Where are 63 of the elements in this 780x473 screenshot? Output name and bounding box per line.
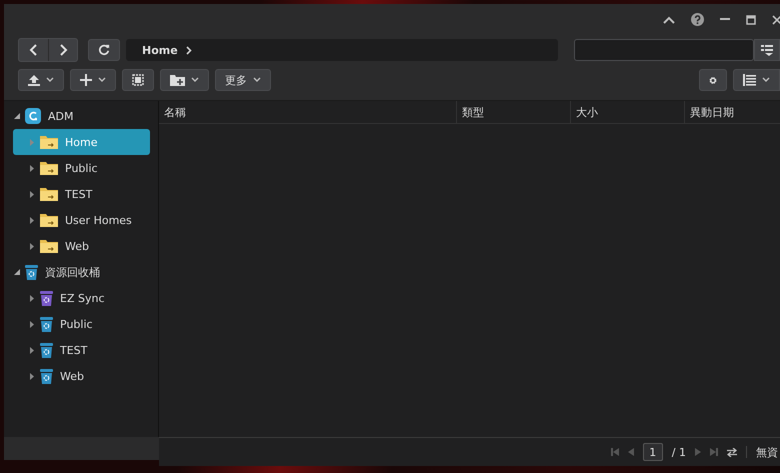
- help-icon[interactable]: [691, 13, 704, 26]
- collapsed-arrow-icon: [30, 138, 34, 146]
- refresh-arrows-icon[interactable]: [727, 448, 737, 456]
- minimize-icon[interactable]: [720, 18, 730, 21]
- tree-item[interactable]: TEST: [13, 181, 150, 207]
- collapsed-arrow-icon: [30, 346, 34, 354]
- select-frame-icon: [132, 74, 144, 86]
- tree-item[interactable]: Web: [13, 363, 150, 389]
- close-icon[interactable]: [772, 14, 780, 24]
- upload-icon: [28, 74, 40, 86]
- collapsed-arrow-icon: [30, 242, 34, 250]
- column-header[interactable]: 異動日期: [684, 101, 780, 124]
- select-all-button[interactable]: [122, 69, 154, 91]
- search-field[interactable]: [574, 39, 754, 61]
- settings-button[interactable]: [699, 69, 727, 91]
- column-header[interactable]: 名稱: [159, 101, 456, 124]
- folder-icon: [40, 239, 58, 253]
- column-header[interactable]: 大小: [570, 101, 684, 124]
- collapsed-arrow-icon: [30, 164, 34, 172]
- list-filter-icon: [761, 44, 773, 56]
- tree-item[interactable]: Public: [13, 155, 150, 181]
- folder-icon: [40, 213, 58, 227]
- folder-icon: [40, 161, 58, 175]
- maximize-icon[interactable]: [746, 14, 756, 24]
- list-view-icon: [743, 74, 756, 86]
- refresh-button[interactable]: [88, 39, 120, 61]
- page-total: / 1: [672, 446, 686, 458]
- view-mode-button[interactable]: [733, 69, 780, 91]
- breadcrumb-item[interactable]: Home: [142, 44, 178, 56]
- caret-icon: [191, 77, 199, 83]
- tree-item[interactable]: TEST: [13, 337, 150, 363]
- more-button[interactable]: 更多: [215, 69, 271, 91]
- tree-item[interactable]: Web: [13, 233, 150, 259]
- status-text: 無資: [756, 444, 778, 460]
- caret-icon: [46, 77, 54, 83]
- caret-icon: [98, 77, 106, 83]
- chevron-right-icon: [186, 46, 192, 54]
- filter-button[interactable]: [754, 39, 780, 61]
- collapsed-arrow-icon: [30, 294, 34, 302]
- caret-icon: [253, 77, 261, 83]
- column-header[interactable]: 類型: [456, 101, 570, 124]
- tree-item[interactable]: User Homes: [13, 207, 150, 233]
- drive-logo-icon: [25, 108, 41, 124]
- collapsed-arrow-icon: [30, 216, 34, 224]
- caret-icon: [762, 77, 770, 83]
- page-number-field[interactable]: 1: [642, 443, 663, 461]
- new-button[interactable]: [70, 69, 116, 91]
- tree-item[interactable]: EZ Sync: [13, 285, 150, 311]
- expanded-arrow-icon: [14, 113, 20, 119]
- plus-icon: [80, 74, 92, 86]
- upload-button[interactable]: [18, 69, 64, 91]
- collapsed-arrow-icon: [30, 320, 34, 328]
- collapsed-arrow-icon: [30, 190, 34, 198]
- tree-item[interactable]: 資源回收桶: [13, 259, 150, 285]
- expanded-arrow-icon: [14, 269, 20, 275]
- folder-icon: [40, 135, 58, 149]
- tree-item[interactable]: ADM: [13, 103, 150, 129]
- folder-action-button[interactable]: [160, 69, 209, 91]
- folder-plus-icon: [170, 74, 185, 86]
- folder-icon: [40, 187, 58, 201]
- collapsed-arrow-icon: [30, 372, 34, 380]
- tree-item[interactable]: Public: [13, 311, 150, 337]
- refresh-icon: [98, 43, 110, 57]
